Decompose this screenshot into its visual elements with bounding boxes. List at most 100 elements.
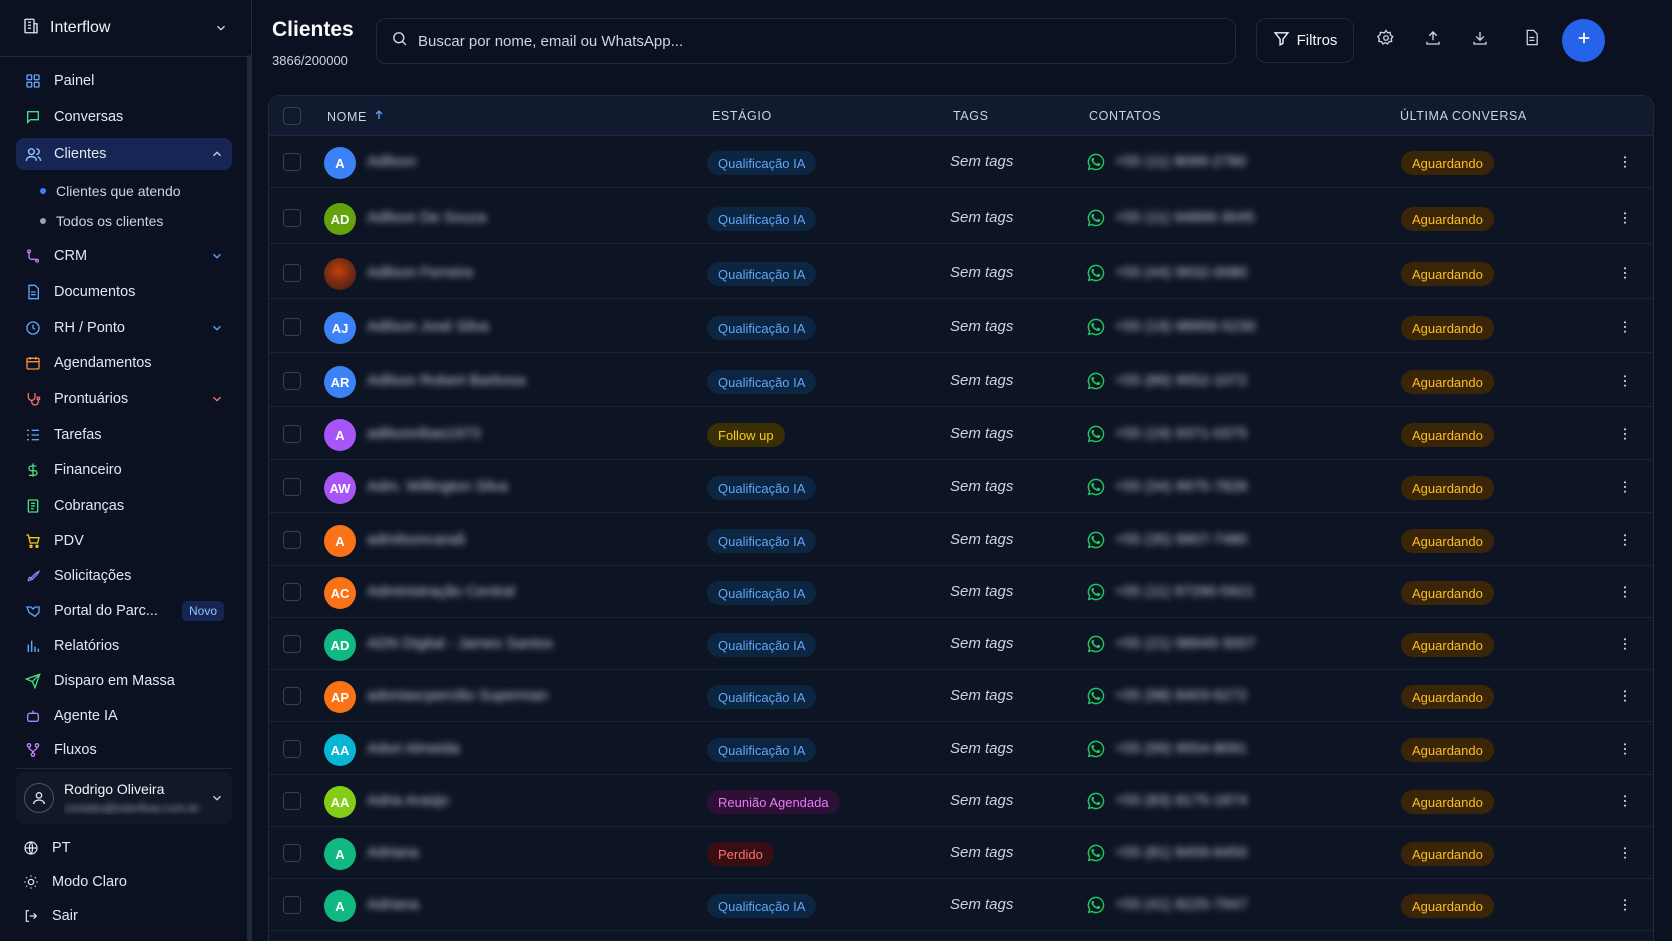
- search-input[interactable]: [418, 32, 1221, 50]
- table-row[interactable]: AA Adria Araújo Reunião Agendada Sem tag…: [269, 775, 1653, 827]
- sidebar-item-cobrancas[interactable]: Cobranças: [16, 490, 232, 522]
- row-checkbox[interactable]: [283, 896, 301, 914]
- client-name[interactable]: admilsoncaraã: [367, 531, 465, 548]
- client-name[interactable]: Adriana: [367, 896, 419, 913]
- stage-badge[interactable]: Qualificação IA: [707, 151, 817, 175]
- stage-badge[interactable]: Qualificação IA: [707, 633, 817, 657]
- row-checkbox[interactable]: [283, 740, 301, 758]
- table-row[interactable]: A Adriana Qualificação IA Sem tags +55 (…: [269, 879, 1653, 931]
- column-header-name[interactable]: NOME: [327, 109, 385, 124]
- more-options-button[interactable]: [1615, 477, 1635, 497]
- stage-badge[interactable]: Qualificação IA: [707, 894, 817, 918]
- phone-number[interactable]: +55 (35) 9907-7480: [1115, 531, 1247, 548]
- stage-badge[interactable]: Qualificação IA: [707, 207, 817, 231]
- phone-number[interactable]: +55 (21) 98949-3007: [1115, 635, 1256, 652]
- language-switch[interactable]: PT: [22, 834, 232, 862]
- stage-badge[interactable]: Qualificação IA: [707, 316, 817, 340]
- more-options-button[interactable]: [1615, 634, 1635, 654]
- report-button[interactable]: [1513, 22, 1549, 58]
- sidebar-item-prontuarios[interactable]: Prontuários: [16, 383, 232, 415]
- sidebar-item-tarefas[interactable]: Tarefas: [16, 419, 232, 451]
- client-name[interactable]: Adria Araújo: [367, 792, 449, 809]
- stage-badge[interactable]: Reunião Agendada: [707, 790, 840, 814]
- sidebar-item-fluxos[interactable]: Fluxos: [16, 734, 232, 766]
- client-name[interactable]: Adilson José Silva: [367, 318, 489, 335]
- client-name[interactable]: adilsonribas1973: [367, 425, 480, 442]
- more-options-button[interactable]: [1615, 843, 1635, 863]
- phone-number[interactable]: +55 (83) 8175-1874: [1115, 792, 1247, 809]
- import-button[interactable]: [1415, 22, 1451, 58]
- row-checkbox[interactable]: [283, 209, 301, 227]
- phone-number[interactable]: +55 (34) 9975-7828: [1115, 478, 1247, 495]
- row-checkbox[interactable]: [283, 425, 301, 443]
- table-row[interactable]: A Adriana Perdido Sem tags +55 (81) 8459…: [269, 827, 1653, 879]
- client-name[interactable]: Adori Almeida: [367, 740, 460, 757]
- sidebar-subitem-todos-os-clientes[interactable]: Todos os clientes: [40, 208, 232, 234]
- phone-number[interactable]: +55 (19) 9371-0375: [1115, 425, 1247, 442]
- client-name[interactable]: Adm. Willington Silva: [367, 478, 508, 495]
- client-name[interactable]: Adilson Robert Barbosa: [367, 372, 525, 389]
- table-row[interactable]: AD Adilson De Souza Qualificação IA Sem …: [269, 192, 1653, 244]
- phone-number[interactable]: +55 (11) 94899-3045: [1115, 209, 1254, 226]
- row-checkbox[interactable]: [283, 687, 301, 705]
- row-checkbox[interactable]: [283, 478, 301, 496]
- table-row[interactable]: AA Adori Almeida Qualificação IA Sem tag…: [269, 723, 1653, 775]
- stage-badge[interactable]: Qualificação IA: [707, 738, 817, 762]
- sidebar-item-documentos[interactable]: Documentos: [16, 276, 232, 308]
- sidebar-item-financeiro[interactable]: Financeiro: [16, 454, 232, 486]
- workspace-switcher[interactable]: Interflow: [0, 0, 248, 57]
- sidebar-subitem-clientes-que-atendo[interactable]: Clientes que atendo: [40, 178, 232, 204]
- client-name[interactable]: Adriana: [367, 844, 419, 861]
- user-menu[interactable]: Rodrigo Oliveira contato@interflow.com.b…: [16, 772, 232, 824]
- table-row[interactable]: A admilsoncaraã Qualificação IA Sem tags…: [269, 514, 1653, 566]
- sidebar-item-conversas[interactable]: Conversas: [16, 101, 232, 133]
- more-options-button[interactable]: [1615, 152, 1635, 172]
- stage-badge[interactable]: Qualificação IA: [707, 685, 817, 709]
- row-checkbox[interactable]: [283, 318, 301, 336]
- row-checkbox[interactable]: [283, 372, 301, 390]
- stage-badge[interactable]: Qualificação IA: [707, 262, 817, 286]
- table-row[interactable]: AW Adm. Willington Silva Qualificação IA…: [269, 461, 1653, 513]
- table-row[interactable]: A Adilson Qualificação IA Sem tags +55 (…: [269, 136, 1653, 188]
- more-options-button[interactable]: [1615, 582, 1635, 602]
- table-row[interactable]: AR Adilson Robert Barbosa Qualificação I…: [269, 355, 1653, 407]
- phone-number[interactable]: +55 (44) 9932-0080: [1115, 264, 1247, 281]
- more-options-button[interactable]: [1615, 424, 1635, 444]
- row-checkbox[interactable]: [283, 844, 301, 862]
- sidebar-item-disparo-em-massa[interactable]: Disparo em Massa: [16, 665, 232, 697]
- sidebar-item-pdv[interactable]: PDV: [16, 525, 232, 557]
- client-name[interactable]: Adilson: [367, 153, 416, 170]
- sidebar-item-rh-ponto[interactable]: RH / Ponto: [16, 312, 232, 344]
- table-row[interactable]: AJ Adilson José Silva Qualificação IA Se…: [269, 301, 1653, 353]
- more-options-button[interactable]: [1615, 895, 1635, 915]
- select-all-checkbox[interactable]: [283, 107, 301, 125]
- sidebar-item-painel[interactable]: Painel: [16, 65, 232, 97]
- stage-badge[interactable]: Qualificação IA: [707, 476, 817, 500]
- sidebar-item-relatorios[interactable]: Relatórios: [16, 630, 232, 662]
- logout-button[interactable]: Sair: [22, 902, 232, 930]
- more-options-button[interactable]: [1615, 739, 1635, 759]
- add-client-button[interactable]: [1562, 19, 1605, 62]
- stage-badge[interactable]: Follow up: [707, 423, 785, 447]
- row-checkbox[interactable]: [283, 792, 301, 810]
- stage-badge[interactable]: Qualificação IA: [707, 370, 817, 394]
- more-options-button[interactable]: [1615, 791, 1635, 811]
- sidebar-item-clientes[interactable]: Clientes: [16, 138, 232, 170]
- export-button[interactable]: [1462, 22, 1498, 58]
- table-row[interactable]: AC Administração Central Qualificação IA…: [269, 566, 1653, 618]
- search-box[interactable]: [376, 18, 1236, 64]
- table-row[interactable]: AP adoniascpercilio Superman Qualificaçã…: [269, 670, 1653, 722]
- more-options-button[interactable]: [1615, 530, 1635, 550]
- more-options-button[interactable]: [1615, 686, 1635, 706]
- sidebar-item-portal-do-parceiro[interactable]: Portal do Parc... Novo: [16, 595, 232, 627]
- phone-number[interactable]: +55 (11) 97290-5921: [1115, 583, 1254, 600]
- table-row[interactable]: A adilsonribas1973 Follow up Sem tags +5…: [269, 408, 1653, 460]
- stage-badge[interactable]: Perdido: [707, 842, 774, 866]
- table-row[interactable]: AD ADN Digital - James Santos Qualificaç…: [269, 618, 1653, 670]
- settings-button[interactable]: [1368, 22, 1404, 58]
- client-name[interactable]: Administração Central: [367, 583, 515, 600]
- sidebar-item-agente-ia[interactable]: Agente IA: [16, 700, 232, 732]
- more-options-button[interactable]: [1615, 317, 1635, 337]
- more-options-button[interactable]: [1615, 263, 1635, 283]
- theme-toggle[interactable]: Modo Claro: [22, 868, 232, 896]
